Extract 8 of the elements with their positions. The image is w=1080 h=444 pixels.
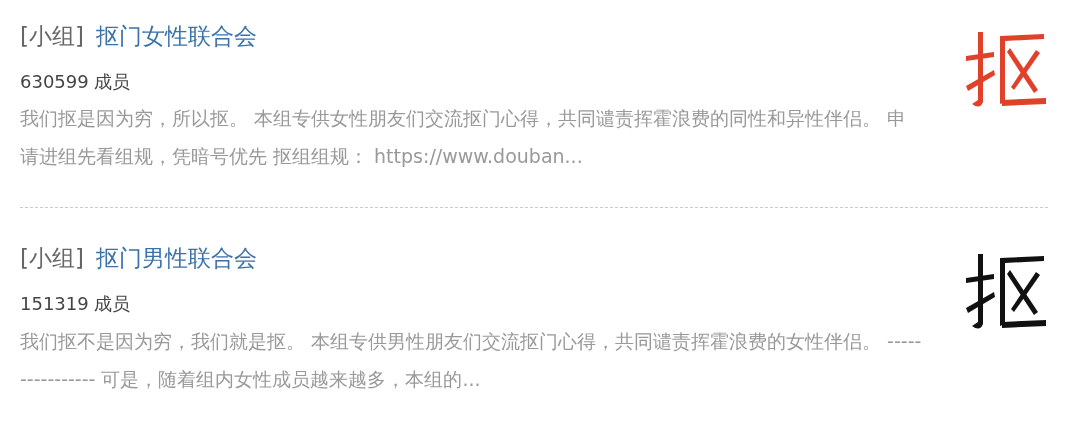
group-title-link[interactable]: 抠门女性联合会 xyxy=(95,22,257,52)
group-title-link[interactable]: 抠门男性联合会 xyxy=(95,244,257,275)
category-label: [小组] xyxy=(20,22,84,51)
group-description: 我们抠不是因为穷，我们就是抠。 本组专供男性朋友们交流抠门心得，共同谴责挥霍浪费的女性伴侣。 ---------------- 可是，随着组内女性成员越来越多，本组的... xyxy=(20,328,923,392)
category-label: [小组] xyxy=(20,244,84,274)
member-count: 151319 成员 xyxy=(20,292,132,316)
member-count: 630599 成员 xyxy=(20,69,132,94)
group-description: 我们抠是因为穷，所以抠。 本组专供女性朋友们交流抠门心得，共同谴责挥霍浪费的同性和异性伴侣。 申请进组先看组规，凭暗号优先 抠组组规： https://www.douban... xyxy=(20,106,908,170)
